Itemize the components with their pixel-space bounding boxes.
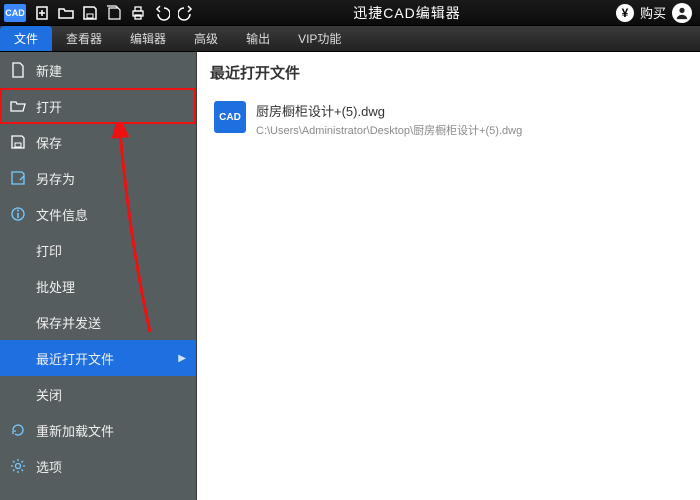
sidebar-item-8[interactable]: 最近打开文件 ▶ [0, 340, 196, 376]
chevron-right-icon: ▶ [178, 353, 186, 364]
sidebar-item-label: 批处理 [36, 277, 75, 296]
sidebar-item-4[interactable]: 文件信息 [0, 196, 196, 232]
none-icon [10, 386, 26, 402]
recent-file-name: 厨房橱柜设计+(5).dwg [256, 101, 522, 120]
save-icon [10, 134, 26, 150]
app-logo: CAD [4, 4, 26, 22]
sidebar-item-label: 最近打开文件 [36, 349, 114, 368]
main-panel: 最近打开文件 CAD 厨房橱柜设计+(5).dwg C:\Users\Adminis… [196, 52, 700, 500]
sidebar-item-7[interactable]: 保存并发送 [0, 304, 196, 340]
sidebar-item-label: 新建 [36, 61, 62, 80]
sidebar-item-0[interactable]: 新建 [0, 52, 196, 88]
sidebar-item-label: 打印 [36, 241, 62, 260]
sidebar-item-1[interactable]: 打开 [0, 88, 196, 124]
recent-files-title: 最近打开文件 [210, 62, 686, 83]
recent-file-item[interactable]: CAD 厨房橱柜设计+(5).dwg C:\Users\Administrator\… [210, 97, 686, 142]
new-file-icon[interactable] [30, 1, 54, 25]
app-title: 迅捷CAD编辑器 [198, 3, 616, 23]
file-icon [10, 62, 26, 78]
file-menu-sidebar: 新建打开保存另存为文件信息打印批处理保存并发送最近打开文件 ▶ 关闭重新加载文件选项 [0, 52, 196, 500]
save-all-icon[interactable] [102, 1, 126, 25]
menu-tab-3[interactable]: 高级 [180, 26, 232, 51]
sidebar-item-label: 文件信息 [36, 205, 88, 224]
cad-file-icon: CAD [214, 101, 246, 133]
buy-button[interactable]: 购买 [640, 3, 666, 22]
sidebar-item-label: 保存 [36, 133, 62, 152]
user-avatar-icon[interactable] [672, 3, 692, 23]
gear-icon [10, 458, 26, 474]
undo-icon[interactable] [150, 1, 174, 25]
sidebar-item-10[interactable]: 重新加载文件 [0, 412, 196, 448]
sidebar-item-label: 打开 [36, 97, 62, 116]
menu-tab-1[interactable]: 查看器 [52, 26, 116, 51]
sidebar-item-9[interactable]: 关闭 [0, 376, 196, 412]
title-bar: CAD 迅捷CAD编辑器 ¥ 购买 [0, 0, 700, 26]
save-as-icon [10, 170, 26, 186]
none-icon [10, 242, 26, 258]
sidebar-item-11[interactable]: 选项 [0, 448, 196, 484]
menu-tab-0[interactable]: 文件 [0, 26, 52, 51]
none-icon [10, 350, 26, 366]
sidebar-item-2[interactable]: 保存 [0, 124, 196, 160]
sidebar-item-label: 关闭 [36, 385, 62, 404]
print-icon[interactable] [126, 1, 150, 25]
sidebar-item-3[interactable]: 另存为 [0, 160, 196, 196]
none-icon [10, 314, 26, 330]
info-icon [10, 206, 26, 222]
menu-tab-5[interactable]: VIP功能 [284, 26, 355, 51]
open-file-icon[interactable] [54, 1, 78, 25]
none-icon [10, 278, 26, 294]
currency-icon: ¥ [616, 4, 634, 22]
redo-icon[interactable] [174, 1, 198, 25]
sidebar-item-label: 重新加载文件 [36, 421, 114, 440]
menu-tab-2[interactable]: 编辑器 [116, 26, 180, 51]
folder-open-icon [10, 98, 26, 114]
sidebar-item-label: 保存并发送 [36, 313, 101, 332]
reload-icon [10, 422, 26, 438]
recent-file-path: C:\Users\Administrator\Desktop\厨房橱柜设计+(5… [256, 122, 522, 138]
menu-bar: 文件查看器编辑器高级输出VIP功能 [0, 26, 700, 52]
menu-tab-4[interactable]: 输出 [232, 26, 284, 51]
save-icon[interactable] [78, 1, 102, 25]
sidebar-item-5[interactable]: 打印 [0, 232, 196, 268]
sidebar-item-label: 另存为 [36, 169, 75, 188]
sidebar-item-6[interactable]: 批处理 [0, 268, 196, 304]
sidebar-item-label: 选项 [36, 457, 62, 476]
